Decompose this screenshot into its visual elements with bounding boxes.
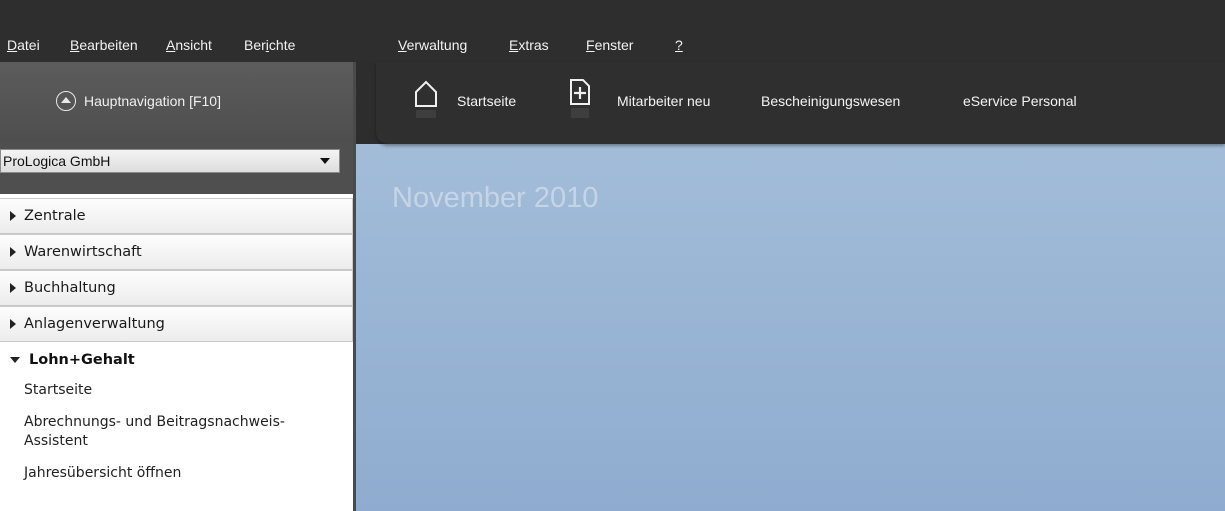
menu-verwaltung[interactable]: Verwaltung [398, 37, 467, 53]
quick-toolbar: Startseite Mitarbeiter neu Bescheinigung… [376, 62, 1225, 144]
menu-ansicht[interactable]: Ansicht [166, 37, 212, 53]
menu-fenster[interactable]: Fenster [586, 37, 633, 53]
toolbar-startseite[interactable]: Startseite [457, 93, 516, 109]
collapse-up-icon [56, 91, 76, 111]
sidebar-splitter[interactable] [353, 62, 356, 511]
home-icon[interactable] [413, 80, 439, 122]
sidebar: Hauptnavigation [F10] ProLogica GmbH Zen… [0, 62, 355, 511]
expand-arrow-icon [10, 211, 16, 221]
collapse-arrow-icon [10, 357, 20, 363]
sub-item-abrechnungs-assistent[interactable]: Abrechnungs- und Beitragsnachweis-Assist… [0, 413, 310, 451]
main-navigation-button[interactable]: Hauptnavigation [F10] [56, 89, 221, 113]
expand-arrow-icon [10, 247, 16, 257]
module-label: Warenwirtschaft [24, 244, 142, 260]
toolbar-mitarbeiter-neu[interactable]: Mitarbeiter neu [617, 93, 710, 109]
menu-extras[interactable]: Extras [509, 37, 549, 53]
menu-help[interactable]: ? [675, 37, 683, 53]
module-buchhaltung[interactable]: Buchhaltung [0, 270, 353, 306]
toolbar-bescheinigungswesen[interactable]: Bescheinigungswesen [761, 93, 900, 109]
new-document-icon[interactable] [569, 78, 591, 122]
sub-item-jahresuebersicht[interactable]: Jahresübersicht öffnen [0, 464, 355, 483]
menu-bearbeiten[interactable]: Bearbeiten [70, 37, 138, 53]
company-select-value: ProLogica GmbH [3, 153, 111, 169]
expand-arrow-icon [10, 283, 16, 293]
expand-arrow-icon [10, 319, 16, 329]
company-select[interactable]: ProLogica GmbH [0, 149, 340, 173]
module-lohn-gehalt[interactable]: Lohn+Gehalt [0, 342, 353, 378]
menu-berichte[interactable]: Berichte [244, 37, 295, 53]
module-anlagenverwaltung[interactable]: Anlagenverwaltung [0, 306, 353, 342]
toolbar-eservice-personal[interactable]: eService Personal [963, 93, 1077, 109]
module-label: Lohn+Gehalt [29, 352, 135, 368]
main-navigation-label: Hauptnavigation [F10] [84, 93, 221, 109]
module-zentrale[interactable]: Zentrale [0, 198, 353, 234]
module-label: Anlagenverwaltung [24, 316, 165, 332]
module-warenwirtschaft[interactable]: Warenwirtschaft [0, 234, 353, 270]
module-list: Zentrale Warenwirtschaft Buchhaltung Anl… [0, 198, 355, 483]
menu-datei[interactable]: Datei [7, 37, 40, 53]
chevron-down-icon [320, 158, 330, 164]
nav-header: Hauptnavigation [F10] [0, 62, 355, 142]
module-label: Buchhaltung [24, 280, 116, 296]
sub-item-startseite[interactable]: Startseite [0, 381, 355, 400]
menu-bar: Datei Bearbeiten Ansicht Berichte Verwal… [0, 0, 1225, 62]
month-title: November 2010 [392, 182, 599, 214]
module-label: Zentrale [24, 208, 86, 224]
